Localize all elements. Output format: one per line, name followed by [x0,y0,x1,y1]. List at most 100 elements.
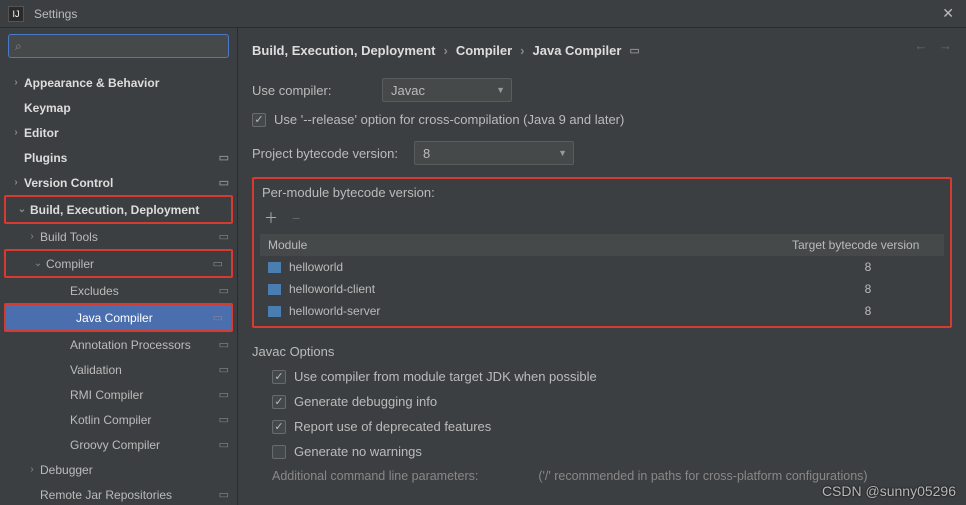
tree-item-build-tools[interactable]: ›Build Tools ▭ [0,224,237,249]
opt-no-warnings-checkbox[interactable] [272,445,286,459]
chevron-icon: › [26,464,38,475]
bytecode-version-cell[interactable]: 8 [792,304,944,318]
module-name: helloworld [289,260,343,274]
breadcrumb-part[interactable]: Java Compiler [533,43,622,58]
project-scope-icon: ▭ [219,176,229,189]
tree-item-label: Validation [70,363,215,377]
project-scope-icon: ▭ [219,438,229,451]
opt-label: Use compiler from module target JDK when… [294,369,597,384]
app-icon: IJ [8,6,24,22]
settings-sidebar: ⌕ ›Appearance & BehaviorKeymap›EditorPlu… [0,28,238,505]
chevron-icon: › [10,127,22,138]
tree-item-debugger[interactable]: ›Debugger [0,457,237,482]
tree-item-label: Remote Jar Repositories [40,488,215,502]
tree-item-label: Keymap [24,101,229,115]
table-row[interactable]: helloworld-server 8 [260,300,944,322]
tree-item-label: Debugger [40,463,229,477]
close-icon[interactable]: ✕ [938,1,958,26]
module-name: helloworld-server [289,304,380,318]
tree-item-rmi-compiler[interactable]: RMI Compiler▭ [0,382,237,407]
breadcrumb-sep: › [520,43,524,58]
tree-item-label: Compiler [46,257,209,271]
tree-item-label: Appearance & Behavior [24,76,229,90]
tree-item-label: Build Tools [40,230,215,244]
project-scope-icon: ▭ [219,230,229,243]
project-scope-icon: ▭ [219,338,229,351]
opt-deprecated-checkbox[interactable] [272,420,286,434]
release-option-label: Use '--release' option for cross-compila… [274,112,624,127]
forward-icon[interactable]: → [939,38,952,53]
tree-item-plugins[interactable]: Plugins ▭ [0,145,237,170]
tree-item-build-execution-deployment[interactable]: ⌄Build, Execution, Deployment [6,197,231,222]
tree-item-editor[interactable]: ›Editor [0,120,237,145]
tree-item-groovy-compiler[interactable]: Groovy Compiler ▭ [0,432,237,457]
tree-item-kotlin-compiler[interactable]: Kotlin Compiler▭ [0,407,237,432]
opt-label: Report use of deprecated features [294,419,491,434]
module-table: Module Target bytecode version helloworl… [260,234,944,322]
per-module-title: Per-module bytecode version: [260,185,944,200]
additional-params-label: Additional command line parameters: [272,469,478,483]
table-row[interactable]: helloworld-client 8 [260,278,944,300]
tree-item-keymap[interactable]: Keymap [0,95,237,120]
tree-item-excludes[interactable]: Excludes ▭ [0,278,237,303]
col-module-header: Module [260,238,792,252]
opt-debug-info-checkbox[interactable] [272,395,286,409]
watermark: CSDN @sunny05296 [822,483,956,499]
tree-item-label: Excludes [70,284,215,298]
chevron-icon: › [26,231,38,242]
release-option-checkbox[interactable] [252,113,266,127]
bytecode-version-cell[interactable]: 8 [792,260,944,274]
project-scope-icon: ▭ [219,151,229,164]
tree-item-label: Plugins [24,151,215,165]
opt-use-module-jdk-checkbox[interactable] [272,370,286,384]
tree-item-label: Java Compiler [76,311,209,325]
project-bytecode-value: 8 [423,146,430,161]
use-compiler-label: Use compiler: [252,83,382,98]
tree-item-label: Editor [24,126,229,140]
bytecode-version-cell[interactable]: 8 [792,282,944,296]
breadcrumb-sep: › [443,43,447,58]
module-icon [268,262,281,273]
table-row[interactable]: helloworld 8 [260,256,944,278]
col-target-header: Target bytecode version [792,238,944,252]
tree-item-label: Annotation Processors [70,338,215,352]
remove-module-button[interactable]: − [292,210,300,226]
tree-item-label: Groovy Compiler [70,438,215,452]
tree-item-version-control[interactable]: ›Version Control▭ [0,170,237,195]
tree-item-appearance-behavior[interactable]: ›Appearance & Behavior [0,70,237,95]
chevron-icon: › [10,177,22,188]
compiler-select[interactable]: Javac ▼ [382,78,512,102]
chevron-icon: ⌄ [32,258,44,269]
tree-item-label: Build, Execution, Deployment [30,203,223,217]
back-icon[interactable]: ← [914,38,927,53]
chevron-icon: › [10,77,22,88]
module-name: helloworld-client [289,282,375,296]
project-scope-icon: ▭ [219,284,229,297]
breadcrumb: Build, Execution, Deployment › Compiler … [252,36,952,64]
breadcrumb-part[interactable]: Build, Execution, Deployment [252,43,435,58]
project-bytecode-select[interactable]: 8 ▼ [414,141,574,165]
opt-label: Generate no warnings [294,444,422,459]
tree-item-annotation-processors[interactable]: Annotation Processors ▭ [0,332,237,357]
project-scope-icon: ▭ [219,413,229,426]
title-bar: IJ Settings ✕ [0,0,966,28]
chevron-icon: ⌄ [16,204,28,215]
additional-params-hint: ('/' recommended in paths for cross-plat… [538,469,867,483]
tree-item-compiler[interactable]: ⌄Compiler▭ [6,251,231,276]
search-input-wrapper[interactable]: ⌕ [8,34,229,58]
search-input[interactable] [26,39,222,53]
add-module-button[interactable]: ＋ [264,208,278,228]
tree-item-remote-jar-repositories[interactable]: Remote Jar Repositories▭ [0,482,237,505]
breadcrumb-part[interactable]: Compiler [456,43,512,58]
project-scope-icon: ▭ [629,44,639,57]
tree-item-java-compiler[interactable]: Java Compiler▭ [6,305,231,330]
chevron-down-icon: ▼ [558,148,567,158]
window-title: Settings [34,7,77,21]
compiler-value: Javac [391,83,425,98]
tree-item-validation[interactable]: Validation▭ [0,357,237,382]
module-icon [268,284,281,295]
project-bytecode-label: Project bytecode version: [252,146,414,161]
settings-tree[interactable]: ›Appearance & BehaviorKeymap›EditorPlugi… [0,64,237,505]
search-icon: ⌕ [15,39,22,54]
module-icon [268,306,281,317]
